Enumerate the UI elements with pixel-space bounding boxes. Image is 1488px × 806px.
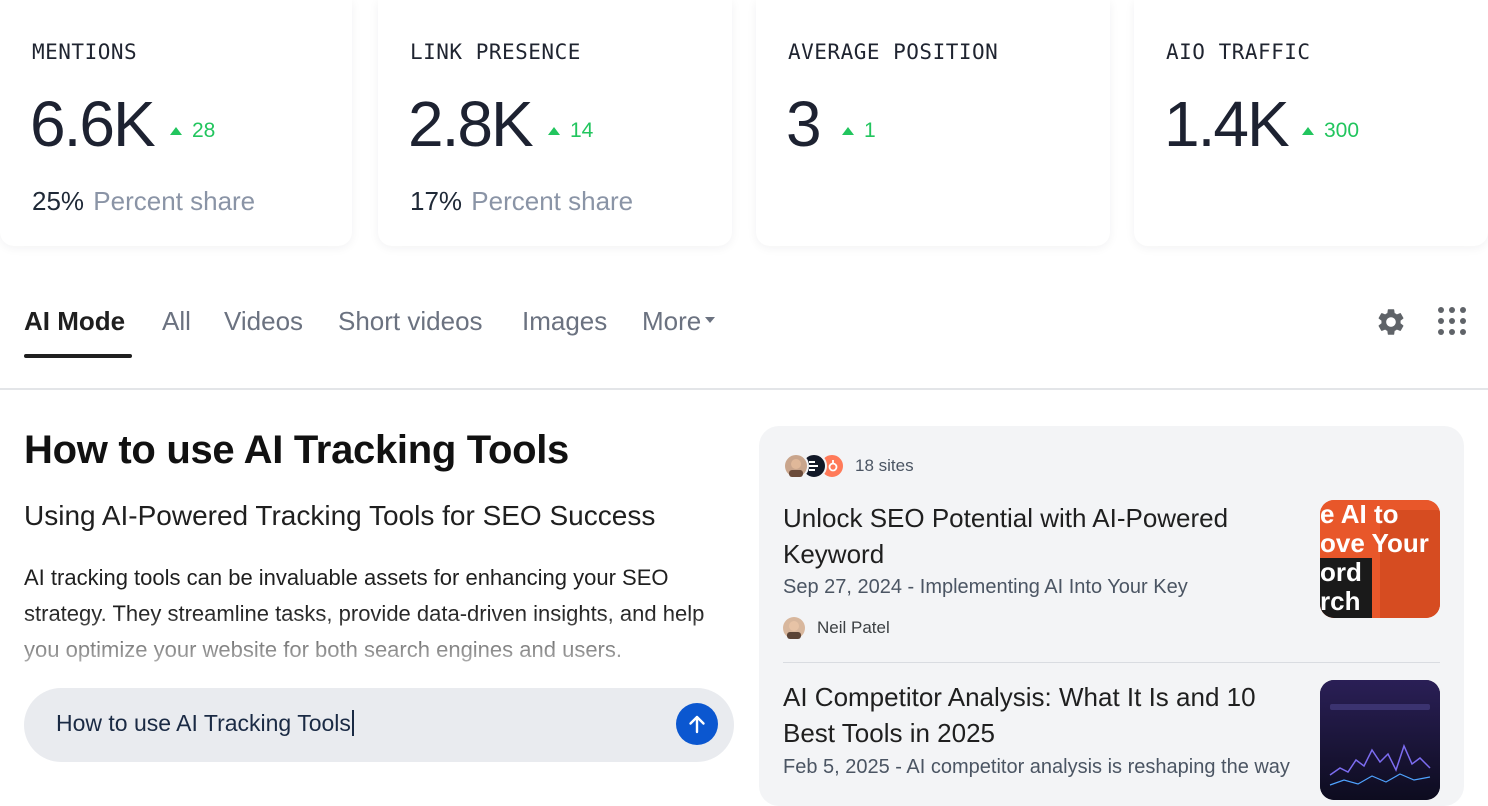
- answer-body: AI tracking tools can be invaluable asse…: [24, 565, 705, 662]
- tab-images[interactable]: Images: [522, 306, 607, 337]
- metric-label: MENTIONS: [32, 40, 138, 64]
- divider: [783, 662, 1440, 663]
- metric-value: 6.6K: [30, 88, 156, 160]
- sources-panel: 18 sites Unlock SEO Potential with AI-Po…: [759, 426, 1464, 806]
- metric-label: AIO TRAFFIC: [1166, 40, 1311, 64]
- metric-share: 17% Percent share: [410, 186, 633, 217]
- sites-summary[interactable]: 18 sites: [783, 452, 914, 480]
- metric-delta-value: 28: [192, 119, 216, 142]
- metric-card-average-position: AVERAGE POSITION 3 1: [756, 0, 1110, 246]
- thumbnail-text: e AI to ove Your ord rch: [1320, 500, 1429, 616]
- avatar: [783, 617, 805, 639]
- metric-value: 2.8K: [408, 88, 534, 160]
- metric-value: 1.4K: [1164, 88, 1290, 160]
- metric-delta-value: 1: [864, 119, 876, 142]
- triangle-up-icon: [170, 127, 182, 135]
- metric-value: 3: [786, 88, 822, 160]
- metric-card-mentions: MENTIONS 6.6K 28 25% Percent share: [0, 0, 352, 246]
- metric-share: 25% Percent share: [32, 186, 255, 217]
- source-title[interactable]: AI Competitor Analysis: What It Is and 1…: [783, 679, 1283, 751]
- metric-card-aio-traffic: AIO TRAFFIC 1.4K 300: [1134, 0, 1488, 246]
- triangle-up-icon: [1302, 127, 1314, 135]
- send-button[interactable]: [676, 703, 718, 745]
- source-thumbnail[interactable]: [1320, 680, 1440, 800]
- thumbnail-line: ord: [1320, 557, 1362, 587]
- metric-delta: 28: [170, 119, 215, 143]
- share-value: 17%: [410, 186, 463, 216]
- answer-subtitle: Using AI-Powered Tracking Tools for SEO …: [24, 500, 656, 531]
- source-author: Neil Patel: [783, 617, 890, 639]
- share-label: Percent share: [471, 186, 634, 216]
- search-tabs: AI Mode All Videos Short videos Images M…: [0, 290, 1488, 390]
- thumbnail-line: ove Your: [1320, 528, 1429, 558]
- metrics-row: MENTIONS 6.6K 28 25% Percent share LINK …: [0, 0, 1488, 248]
- metric-delta: 14: [548, 119, 593, 143]
- metric-label: LINK PRESENCE: [410, 40, 581, 64]
- metric-delta: 1: [842, 119, 876, 143]
- metric-label: AVERAGE POSITION: [788, 40, 999, 64]
- triangle-up-icon: [548, 127, 560, 135]
- metric-delta-value: 300: [1324, 119, 1360, 142]
- ai-mode-prompt-input[interactable]: How to use AI Tracking Tools: [24, 688, 734, 762]
- prompt-value: How to use AI Tracking Tools: [56, 710, 351, 736]
- source-snippet: Sep 27, 2024 - Implementing AI Into Your…: [783, 576, 1188, 598]
- triangle-up-icon: [842, 127, 854, 135]
- share-value: 25%: [32, 186, 85, 216]
- apps-grid-icon[interactable]: [1436, 306, 1468, 338]
- prompt-text[interactable]: How to use AI Tracking Tools: [56, 709, 354, 738]
- active-tab-indicator: [24, 354, 132, 358]
- dashboard-thumbnail-image: [1320, 680, 1440, 800]
- share-label: Percent share: [93, 186, 256, 216]
- author-name: Neil Patel: [817, 618, 890, 637]
- tab-videos[interactable]: Videos: [224, 306, 303, 337]
- text-cursor: [351, 709, 354, 736]
- arrow-up-icon: [689, 715, 705, 734]
- thumbnail-line: e AI to: [1320, 500, 1399, 529]
- sites-count: 18 sites: [855, 456, 914, 475]
- gear-icon[interactable]: [1375, 306, 1407, 338]
- tab-ai-mode[interactable]: AI Mode: [24, 306, 125, 337]
- answer-title: How to use AI Tracking Tools: [24, 428, 569, 472]
- metric-delta: 300: [1302, 119, 1359, 143]
- source-thumbnail[interactable]: e AI to ove Your ord rch: [1320, 500, 1440, 618]
- tab-all[interactable]: All: [162, 306, 191, 337]
- caret-down-icon: [705, 317, 716, 324]
- tab-short-videos[interactable]: Short videos: [338, 306, 483, 337]
- metric-card-link-presence: LINK PRESENCE 2.8K 14 17% Percent share: [378, 0, 732, 246]
- source-snippet: Feb 5, 2025 - AI competitor analysis is …: [783, 756, 1290, 778]
- tab-more[interactable]: More: [642, 306, 716, 337]
- site-favicon-avatar: [783, 453, 809, 479]
- tab-more-label: More: [642, 306, 702, 336]
- thumbnail-line: rch: [1320, 586, 1361, 616]
- source-title[interactable]: Unlock SEO Potential with AI-Powered Key…: [783, 500, 1283, 572]
- metric-delta-value: 14: [570, 119, 594, 142]
